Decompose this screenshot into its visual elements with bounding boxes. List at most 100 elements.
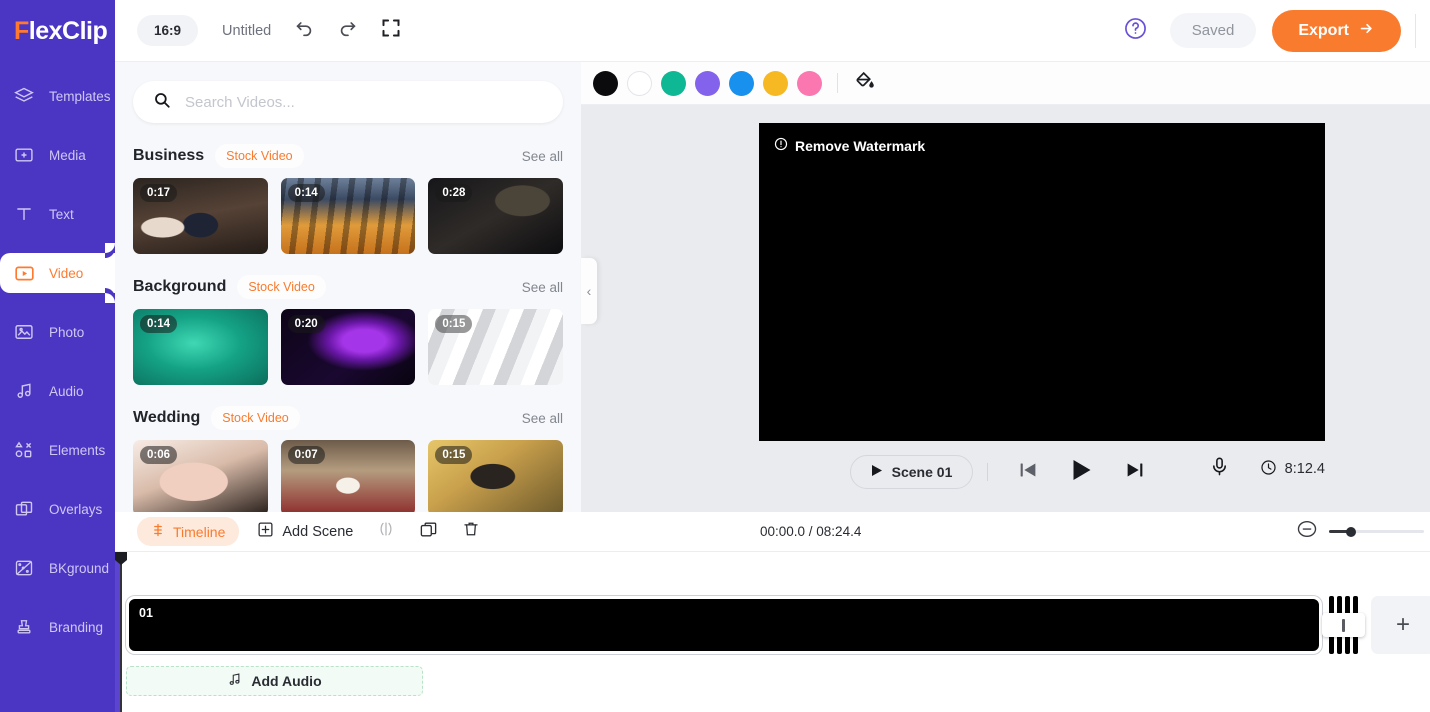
split-button[interactable]	[377, 520, 395, 543]
search-input[interactable]	[185, 93, 543, 111]
section-header: Business Stock Video See all	[133, 143, 563, 169]
microphone-icon	[1209, 457, 1230, 482]
help-button[interactable]	[1123, 16, 1148, 46]
info-circle-icon	[774, 137, 788, 154]
paint-bucket-button[interactable]	[852, 69, 875, 97]
zoom-slider[interactable]	[1329, 526, 1424, 537]
timeline-zoom-controls	[1296, 518, 1430, 545]
duration-badge: 0:14	[287, 184, 325, 202]
redo-button[interactable]	[337, 17, 359, 44]
sidebar-item-video[interactable]: Video	[0, 243, 115, 303]
aspect-ratio-button[interactable]: 16:9	[137, 15, 199, 46]
timeline-mode-button[interactable]: Timeline	[137, 517, 240, 546]
sidebar-item-overlays[interactable]: Overlays	[0, 489, 115, 529]
elements-icon	[12, 440, 36, 460]
controls-divider	[987, 463, 989, 481]
duration-badge: 0:17	[140, 184, 178, 202]
duration-label: 8:12.4	[1284, 461, 1325, 477]
add-audio-button[interactable]: Add Audio	[126, 666, 423, 696]
see-all-link[interactable]: See all	[522, 280, 563, 295]
video-thumbnail[interactable]: 0:14	[280, 178, 416, 254]
voiceover-button[interactable]	[1209, 455, 1230, 483]
sidebar-item-bkground[interactable]: BKground	[0, 548, 115, 588]
timeline-label: Timeline	[173, 523, 226, 540]
app-logo[interactable]: FlexClip	[0, 0, 115, 62]
transition-control[interactable]	[1322, 596, 1365, 654]
see-all-link[interactable]: See all	[522, 149, 563, 164]
scene-clip[interactable]: 01	[126, 596, 1322, 654]
timeline-icon	[151, 523, 165, 540]
see-all-link[interactable]: See all	[522, 411, 563, 426]
undo-button[interactable]	[293, 17, 315, 44]
video-thumbnail[interactable]: 0:06	[133, 440, 268, 512]
zoom-out-button[interactable]	[1296, 518, 1318, 545]
layers-icon	[12, 86, 36, 106]
add-clip-button[interactable]: +	[1371, 596, 1430, 654]
add-scene-button[interactable]: Add Scene	[257, 521, 353, 542]
timeline-tracks: 01 + Add Audio	[115, 552, 1430, 712]
sidebar-item-label: Audio	[49, 383, 84, 399]
total-duration: 8:12.4	[1260, 459, 1325, 480]
video-thumbnail[interactable]: 0:15	[428, 309, 564, 385]
project-title-input[interactable]: Untitled	[222, 23, 271, 39]
audio-note-icon	[12, 381, 36, 401]
color-swatch-white[interactable]	[627, 70, 652, 96]
color-swatch-blue[interactable]	[729, 70, 754, 96]
plus-box-icon	[257, 521, 274, 542]
video-thumbnail[interactable]: 0:20	[280, 309, 416, 385]
next-scene-button[interactable]	[1109, 461, 1161, 484]
color-swatch-purple[interactable]	[695, 70, 720, 96]
video-thumbnail[interactable]: 0:28	[428, 178, 564, 254]
sidebar-item-photo[interactable]: Photo	[0, 312, 115, 352]
video-thumbnail[interactable]: 0:14	[133, 309, 268, 385]
arrow-right-icon	[1358, 21, 1375, 41]
scene-selector-button[interactable]: Scene 01	[849, 455, 974, 489]
add-scene-label: Add Scene	[282, 523, 354, 540]
previous-scene-button[interactable]	[1002, 461, 1054, 484]
video-thumbnail[interactable]: 0:15	[428, 440, 564, 512]
branding-stamp-icon	[12, 617, 36, 637]
left-sidebar: FlexClip Templates Media Text Video Phot…	[0, 0, 115, 712]
sidebar-item-text[interactable]: Text	[0, 194, 115, 234]
playhead[interactable]	[115, 552, 127, 712]
color-swatch-teal[interactable]	[661, 70, 686, 96]
header-right-group: Saved Export	[1123, 9, 1430, 52]
remove-watermark-button[interactable]: Remove Watermark	[774, 137, 925, 154]
time-display: 00:00.0 / 08:24.4	[760, 524, 862, 539]
zoom-slider-handle[interactable]	[1346, 526, 1356, 537]
duration-badge: 0:14	[140, 315, 178, 333]
color-swatch-amber[interactable]	[763, 70, 788, 96]
video-thumbnail[interactable]: 0:07	[280, 440, 416, 512]
flexclip-editor: FlexClip Templates Media Text Video Phot…	[0, 0, 1430, 712]
undo-icon	[293, 17, 315, 44]
export-button[interactable]: Export	[1272, 9, 1401, 52]
sidebar-item-branding[interactable]: Branding	[0, 607, 115, 647]
duration-badge: 0:07	[287, 446, 325, 464]
search-icon	[153, 91, 171, 114]
color-swatch-pink[interactable]	[797, 70, 822, 96]
video-thumbnail[interactable]: 0:17	[133, 178, 268, 254]
sidebar-item-elements[interactable]: Elements	[0, 430, 115, 470]
sidebar-item-audio[interactable]: Audio	[0, 371, 115, 411]
search-box[interactable]	[133, 81, 563, 123]
section-wedding: Wedding Stock Video See all 0:06 0:07 0:…	[115, 405, 581, 512]
color-swatch-black[interactable]	[593, 70, 618, 96]
sidebar-item-media[interactable]: Media	[0, 135, 115, 175]
section-background: Background Stock Video See all 0:14 0:20…	[115, 274, 581, 385]
duration-badge: 0:28	[435, 184, 473, 202]
duration-badge: 0:15	[435, 446, 473, 464]
duplicate-button[interactable]	[419, 520, 438, 544]
video-canvas[interactable]: Remove Watermark	[759, 123, 1325, 441]
transition-handle[interactable]	[1322, 613, 1365, 637]
panel-collapse-button[interactable]: ‹	[581, 258, 597, 324]
top-header: 16:9 Untitled Saved Export	[115, 0, 1430, 62]
sidebar-item-label: Branding	[49, 619, 104, 635]
timeline-toolbar: Timeline Add Scene 00:00.0 / 08:24.4	[115, 512, 1430, 552]
sidebar-item-templates[interactable]: Templates	[0, 76, 115, 116]
saved-status-button[interactable]: Saved	[1169, 13, 1257, 48]
logo-wordmark: lexClip	[28, 16, 108, 45]
play-button[interactable]	[1054, 458, 1109, 487]
fullscreen-button[interactable]	[381, 18, 401, 43]
delete-button[interactable]	[462, 520, 480, 543]
section-header: Wedding Stock Video See all	[133, 405, 563, 431]
